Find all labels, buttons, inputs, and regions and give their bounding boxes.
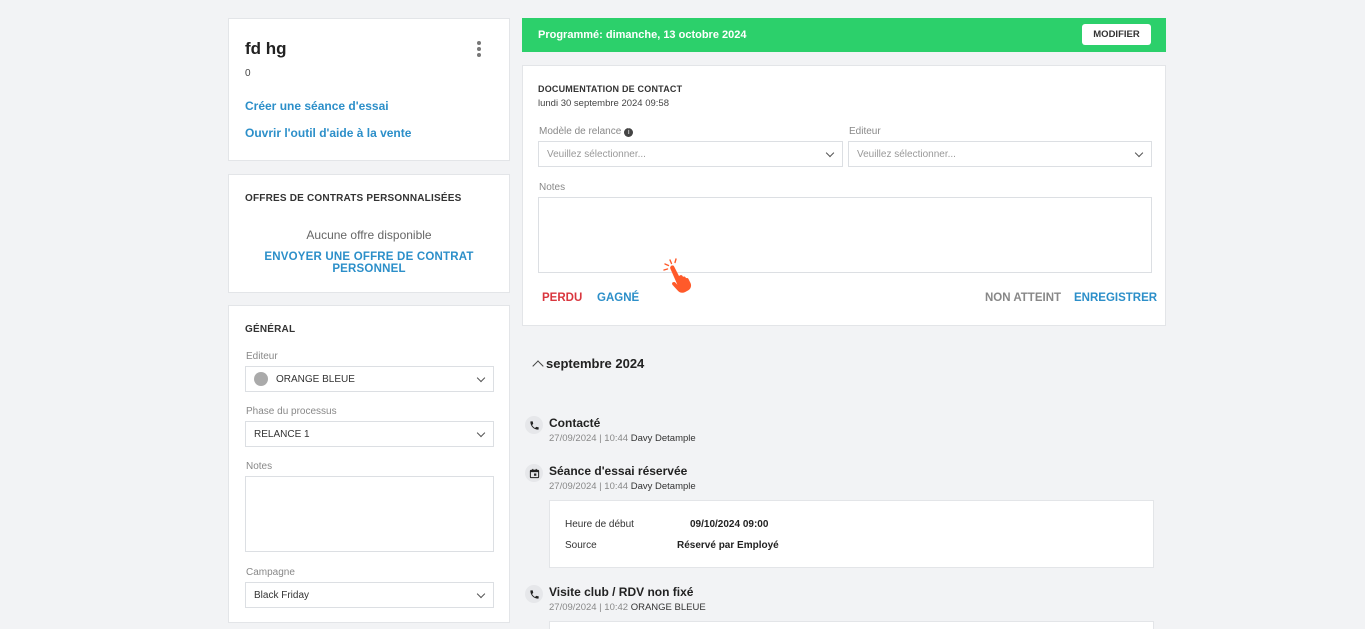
trial-session-details: Heure de début 09/10/2024 09:00 Source R… — [549, 500, 1154, 568]
schedule-text: Programmé: dimanche, 13 octobre 2024 — [538, 29, 747, 41]
contact-notes-label: Notes — [539, 182, 566, 193]
timeline-entry-meta: 27/09/2024 | 10:44 Davy Detample — [549, 433, 696, 444]
visit-details — [549, 621, 1154, 629]
detail-key: Heure de début — [565, 519, 634, 530]
chevron-up-icon — [532, 360, 544, 372]
send-custom-offer-link[interactable]: ENVOYER UNE OFFRE DE CONTRAT PERSONNEL — [229, 251, 509, 275]
editor-avatar — [254, 372, 268, 386]
editor-select[interactable]: ORANGE BLEUE — [245, 366, 494, 392]
timeline-entry-title: Séance d'essai réservée — [549, 464, 688, 478]
profile-name: fd hg — [245, 39, 287, 58]
month-label: septembre 2024 — [546, 356, 645, 371]
contact-notes-textarea[interactable] — [538, 197, 1152, 273]
template-label: Modèle de relance i — [539, 126, 634, 137]
open-sales-tool-link[interactable]: Ouvrir l'outil d'aide à la vente — [245, 126, 411, 140]
general-notes-textarea[interactable] — [245, 476, 494, 552]
info-icon[interactable]: i — [624, 128, 634, 137]
timeline-entry-title: Visite club / RDV non fixé — [549, 585, 694, 599]
more-options-icon[interactable] — [475, 41, 483, 59]
contact-doc-date: lundi 30 septembre 2024 09:58 — [538, 98, 669, 109]
detail-key: Source — [565, 540, 597, 551]
editor-value: ORANGE BLEUE — [276, 373, 355, 385]
won-button[interactable]: GAGNÉ — [597, 292, 639, 304]
template-placeholder: Veuillez sélectionner... — [547, 148, 646, 160]
timeline-entry-author: Davy Detample — [630, 481, 696, 492]
phase-label: Phase du processus — [246, 406, 337, 417]
chevron-down-icon — [825, 148, 835, 158]
detail-value: 09/10/2024 09:00 — [690, 519, 769, 530]
contact-documentation-card: DOCUMENTATION DE CONTACT lundi 30 septem… — [522, 65, 1166, 326]
chevron-down-icon — [1134, 148, 1144, 158]
timeline-entry-meta: 27/09/2024 | 10:44 Davy Detample — [549, 481, 696, 492]
general-card: GÉNÉRAL Editeur ORANGE BLEUE Phase du pr… — [228, 305, 510, 623]
no-offers-text: Aucune offre disponible — [306, 228, 432, 242]
campaign-label: Campagne — [246, 567, 295, 578]
profile-card: fd hg 0 Créer une séance d'essai Ouvrir … — [228, 18, 510, 161]
timeline-entry-datetime: 27/09/2024 | 10:42 — [549, 602, 629, 613]
followup-template-select[interactable]: Veuillez sélectionner... — [538, 141, 843, 167]
campaign-value: Black Friday — [254, 589, 310, 601]
chevron-down-icon — [476, 428, 486, 438]
timeline-entry-datetime: 27/09/2024 | 10:44 — [549, 433, 629, 444]
phase-value: RELANCE 1 — [254, 428, 310, 440]
editor-label: Editeur — [246, 351, 278, 362]
general-title: GÉNÉRAL — [245, 324, 296, 335]
notes-label: Notes — [246, 461, 273, 472]
create-trial-session-link[interactable]: Créer une séance d'essai — [245, 99, 389, 113]
detail-value: Réservé par Employé — [677, 540, 779, 551]
schedule-bar: Programmé: dimanche, 13 octobre 2024 MOD… — [522, 18, 1166, 52]
contact-editor-placeholder: Veuillez sélectionner... — [857, 148, 956, 160]
offers-title: OFFRES DE CONTRATS PERSONNALISÉES — [245, 193, 462, 204]
lost-button[interactable]: PERDU — [542, 292, 582, 304]
not-reached-button[interactable]: NON ATTEINT — [985, 292, 1061, 304]
phone-icon — [525, 585, 543, 603]
phone-icon — [525, 416, 543, 434]
calendar-icon — [525, 464, 543, 482]
month-toggle[interactable]: septembre 2024 — [532, 356, 645, 372]
timeline-entry-author: Davy Detample — [630, 433, 696, 444]
modify-button[interactable]: MODIFIER — [1082, 24, 1151, 45]
timeline-entry-author: ORANGE BLEUE — [630, 602, 706, 613]
chevron-down-icon — [476, 373, 486, 383]
contact-editor-select[interactable]: Veuillez sélectionner... — [848, 141, 1152, 167]
contact-doc-title: DOCUMENTATION DE CONTACT — [538, 84, 683, 94]
template-label-text: Modèle de relance — [539, 126, 622, 137]
contact-editor-label: Editeur — [849, 126, 881, 137]
timeline-entry-datetime: 27/09/2024 | 10:44 — [549, 481, 629, 492]
chevron-down-icon — [476, 589, 486, 599]
phase-select[interactable]: RELANCE 1 — [245, 421, 494, 447]
timeline-entry-title: Contacté — [549, 416, 601, 430]
save-button[interactable]: ENREGISTRER — [1074, 292, 1157, 304]
custom-offers-card: OFFRES DE CONTRATS PERSONNALISÉES Aucune… — [228, 174, 510, 293]
profile-subtitle: 0 — [245, 68, 251, 79]
timeline-entry-meta: 27/09/2024 | 10:42 ORANGE BLEUE — [549, 602, 706, 613]
campaign-select[interactable]: Black Friday — [245, 582, 494, 608]
